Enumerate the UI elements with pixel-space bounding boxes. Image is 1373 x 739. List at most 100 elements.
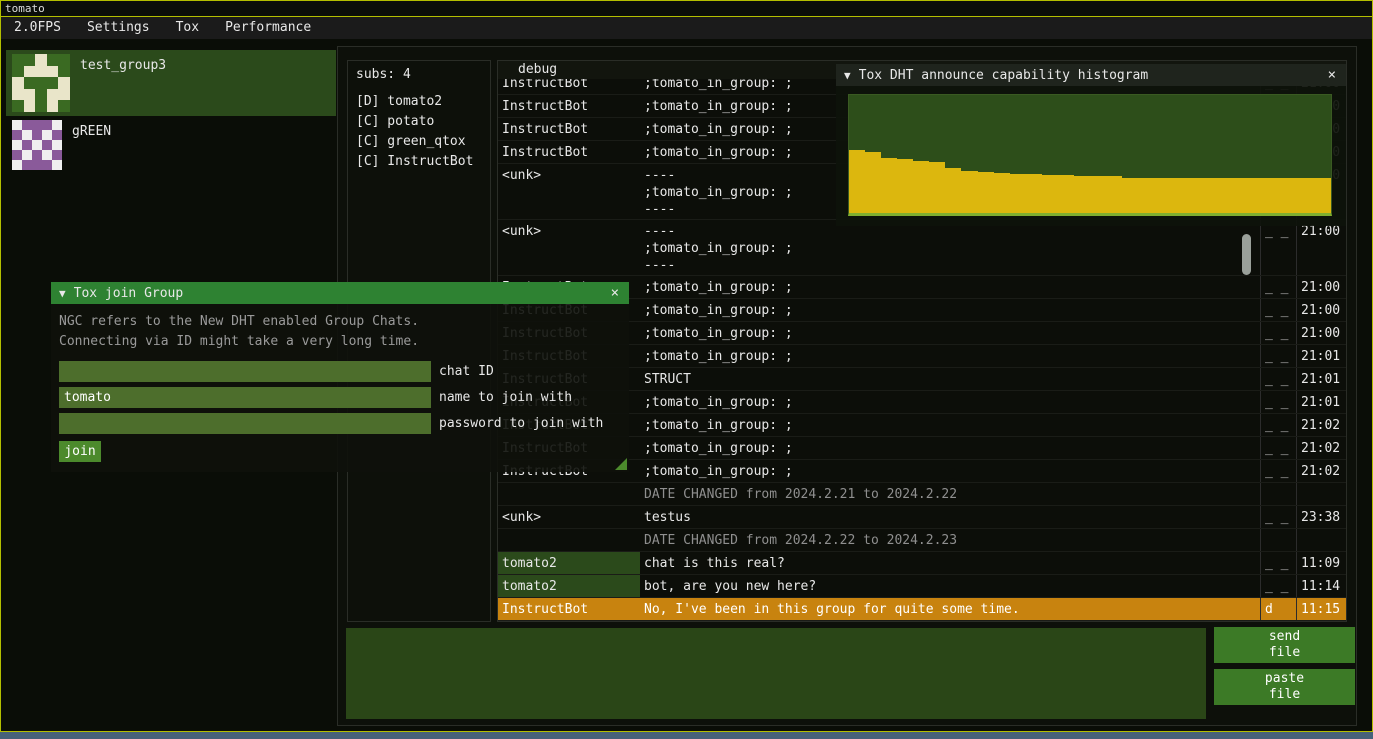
join-description-line1: NGC refers to the New DHT enabled Group … [59, 312, 621, 332]
message-text: No, I've been in this group for quite so… [640, 598, 1260, 620]
send-file-button[interactable]: send file [1214, 627, 1355, 663]
histogram-bar [1122, 178, 1138, 213]
contact-item-test_group3[interactable]: test_group3 [6, 50, 336, 116]
member-item-tomato2[interactable]: [D] tomato2 [356, 92, 482, 112]
sender-name: InstructBot [498, 95, 640, 117]
collapse-arrow-icon[interactable]: ▼ [844, 69, 851, 82]
message-row[interactable]: InstructBotNo, I've been in this group f… [498, 598, 1346, 621]
date-separator-row[interactable]: DATE CHANGED from 2024.2.22 to 2024.2.23 [498, 529, 1346, 552]
message-text: bot, are you new here? [640, 575, 1260, 597]
histogram-bar [1042, 175, 1058, 213]
paste-file-button[interactable]: paste file [1214, 669, 1355, 705]
delivery-status: _ _ [1260, 345, 1296, 367]
chat-id-input[interactable] [59, 361, 431, 382]
menu-items: SettingsToxPerformance [74, 17, 324, 39]
delivery-status: _ _ [1260, 299, 1296, 321]
histogram-window-titlebar[interactable]: ▼ Tox DHT announce capability histogram … [836, 64, 1346, 86]
histogram-bar [1138, 178, 1154, 213]
delivery-status: _ _ [1260, 368, 1296, 390]
message-text: ;tomato_in_group: ; [640, 345, 1260, 367]
delivery-status: _ _ [1260, 220, 1296, 275]
histogram-bar [1218, 178, 1234, 213]
message-time: 21:01 [1296, 345, 1346, 367]
message-input[interactable] [346, 628, 1206, 719]
join-button[interactable]: join [59, 441, 101, 462]
collapse-arrow-icon[interactable]: ▼ [59, 287, 66, 300]
histogram-bar [1170, 178, 1186, 213]
histogram-bar [1058, 175, 1074, 213]
chat-id-row: chat ID [59, 361, 621, 382]
resize-grip[interactable] [615, 458, 627, 470]
sender-name: InstructBot [498, 141, 640, 163]
histogram-bar [1074, 176, 1090, 213]
delivery-status [1260, 483, 1296, 505]
histogram-bars [849, 95, 1331, 213]
delivery-status: _ _ [1260, 437, 1296, 459]
message-text: ;tomato_in_group: ; [640, 322, 1260, 344]
delivery-status: _ _ [1260, 414, 1296, 436]
sender-name: InstructBot [498, 79, 640, 94]
message-time: 21:00 [1296, 322, 1346, 344]
join-window-body: NGC refers to the New DHT enabled Group … [51, 304, 629, 472]
member-item-InstructBot[interactable]: [C] InstructBot [356, 152, 482, 172]
histogram-bar [865, 152, 881, 213]
histogram-bar [1026, 174, 1042, 213]
window-titlebar: tomato [1, 1, 1372, 17]
message-time: 21:00 [1296, 276, 1346, 298]
join-name-input[interactable] [59, 387, 431, 408]
date-separator-row[interactable]: DATE CHANGED from 2024.2.21 to 2024.2.22 [498, 483, 1346, 506]
message-text: chat is this real? [640, 552, 1260, 574]
message-text: ;tomato_in_group: ; [640, 414, 1260, 436]
member-item-potato[interactable]: [C] potato [356, 112, 482, 132]
chat-scrollbar-thumb[interactable] [1242, 234, 1251, 275]
message-time: 21:02 [1296, 437, 1346, 459]
menu-tox[interactable]: Tox [163, 17, 212, 39]
join-window-title: Tox join Group [74, 286, 601, 301]
message-time: 21:01 [1296, 391, 1346, 413]
delivery-status: _ _ [1260, 322, 1296, 344]
menu-performance[interactable]: Performance [212, 17, 324, 39]
histogram-bar [929, 162, 945, 213]
histogram-bar [1010, 174, 1026, 213]
close-icon[interactable]: × [609, 285, 621, 301]
join-password-row: password to join with [59, 413, 621, 434]
delivery-status: _ _ [1260, 391, 1296, 413]
contact-avatar [12, 54, 70, 112]
sender-name: <unk> [498, 164, 640, 219]
date-changed-text: DATE CHANGED from 2024.2.21 to 2024.2.22 [640, 483, 1260, 505]
message-time [1296, 483, 1346, 505]
message-row[interactable]: tomato2chat is this real?_ _11:09 [498, 552, 1346, 575]
chat-id-label: chat ID [439, 364, 494, 379]
join-window-titlebar[interactable]: ▼ Tox join Group × [51, 282, 629, 304]
message-time [1296, 529, 1346, 551]
member-item-green_qtox[interactable]: [C] green_qtox [356, 132, 482, 152]
message-text: ;tomato_in_group: ; [640, 299, 1260, 321]
message-row[interactable]: <unk>---- ;tomato_in_group: ; ----_ _21:… [498, 220, 1346, 276]
histogram-bar [1090, 176, 1106, 213]
message-time: 21:02 [1296, 460, 1346, 482]
member-list: [D] tomato2[C] potato[C] green_qtox[C] I… [356, 92, 482, 172]
join-password-input[interactable] [59, 413, 431, 434]
sender-name: tomato2 [498, 575, 640, 597]
sender-name: <unk> [498, 506, 640, 528]
histogram-plot [848, 94, 1332, 216]
message-row[interactable]: <unk>testus_ _23:38 [498, 506, 1346, 529]
delivery-status: d [1260, 598, 1296, 620]
message-time: 21:00 [1296, 299, 1346, 321]
message-time: 23:38 [1296, 506, 1346, 528]
fps-counter: 2.0FPS [1, 17, 74, 39]
histogram-bar [1235, 178, 1251, 213]
join-group-window: ▼ Tox join Group × NGC refers to the New… [51, 282, 629, 472]
histogram-bar [945, 168, 961, 213]
histogram-bar [994, 173, 1010, 213]
message-row[interactable]: tomato2bot, are you new here?_ _11:14 [498, 575, 1346, 598]
histogram-bar [1315, 178, 1331, 213]
message-time: 21:00 [1296, 220, 1346, 275]
histogram-bar [849, 150, 865, 213]
delivery-status: _ _ [1260, 552, 1296, 574]
close-icon[interactable]: × [1326, 67, 1338, 83]
window-title: tomato [5, 2, 45, 15]
menu-settings[interactable]: Settings [74, 17, 163, 39]
contact-item-gREEN[interactable]: gREEN [6, 116, 336, 182]
sender-name: InstructBot [498, 118, 640, 140]
